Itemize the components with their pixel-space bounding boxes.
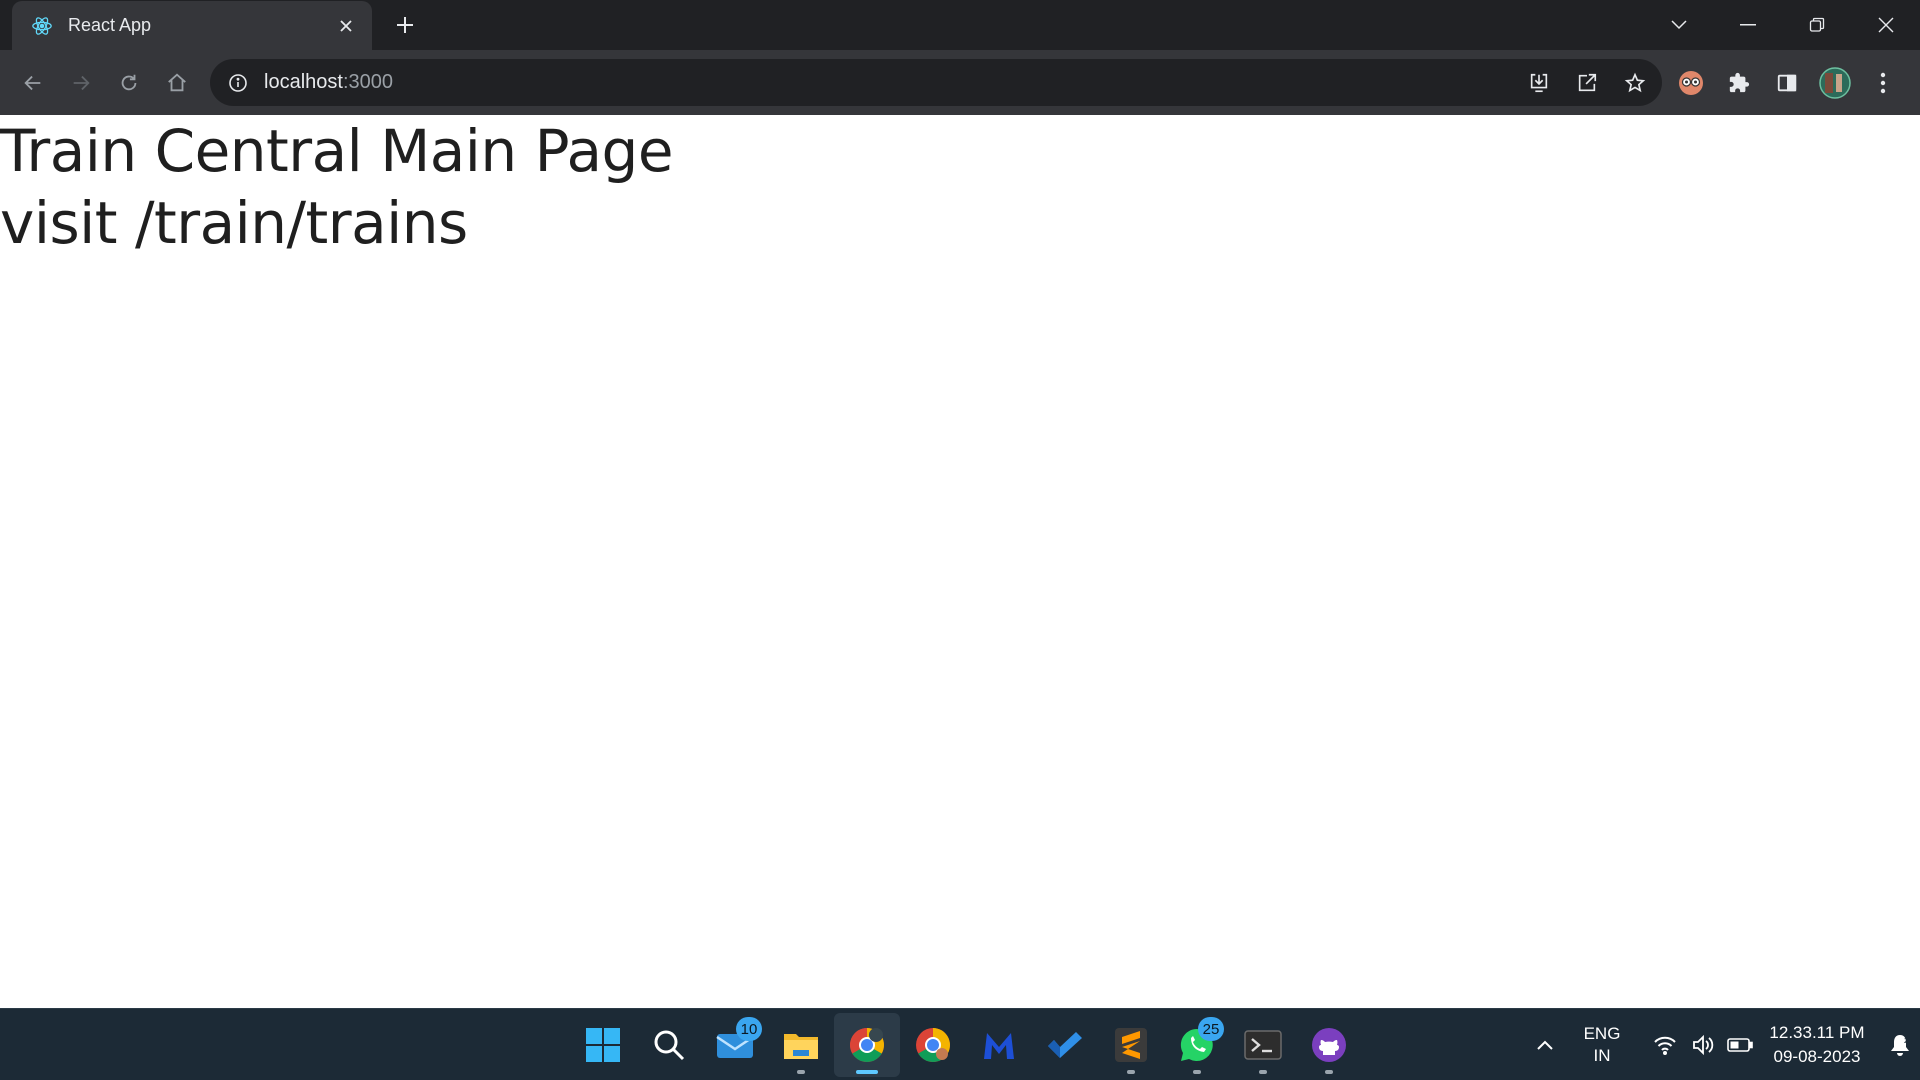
taskbar-malwarebytes-button[interactable] (966, 1013, 1032, 1077)
taskbar-apps: 10 25 (570, 1013, 1362, 1077)
tab-react-app[interactable]: React App (12, 1, 372, 50)
page-content: Train Central Main Page visit /train/tra… (0, 115, 1920, 1008)
volume-control[interactable] (1686, 1009, 1720, 1080)
back-button[interactable] (16, 66, 50, 100)
search-icon (654, 1030, 685, 1061)
install-app-icon[interactable] (1522, 66, 1556, 100)
address-bar[interactable]: localhost:3000 (210, 59, 1662, 106)
system-tray: ENG IN 12.33.11 PM 09-08-2023 z (1520, 1009, 1920, 1080)
taskbar-chrome-button[interactable] (834, 1013, 900, 1077)
taskbar-sublime-button[interactable] (1098, 1013, 1164, 1077)
language-code: ENG (1583, 1024, 1621, 1043)
folder-icon (784, 1034, 818, 1059)
page-instruction: visit /train/trains (0, 189, 468, 257)
extension-avatar-icon[interactable] (1672, 64, 1710, 102)
wifi-icon (1654, 1036, 1676, 1055)
show-hidden-icons-button[interactable] (1520, 1009, 1570, 1080)
active-indicator (856, 1070, 878, 1074)
page-heading: Train Central Main Page (0, 117, 674, 185)
battery-icon (1727, 1038, 1753, 1052)
menu-kebab-icon[interactable] (1864, 64, 1902, 102)
checkmark-icon (1048, 1032, 1082, 1058)
terminal-icon (1244, 1030, 1282, 1060)
url-host: localhost (264, 71, 343, 93)
side-panel-icon[interactable] (1768, 64, 1806, 102)
new-tab-button[interactable] (390, 10, 420, 40)
taskbar-mail-button[interactable]: 10 (702, 1013, 768, 1077)
taskbar-todo-button[interactable] (1032, 1013, 1098, 1077)
reload-button[interactable] (112, 66, 146, 100)
forward-button[interactable] (64, 66, 98, 100)
site-info-icon[interactable] (226, 71, 250, 95)
extensions-puzzle-icon[interactable] (1720, 64, 1758, 102)
home-button[interactable] (160, 66, 194, 100)
url-port: :3000 (342, 71, 393, 93)
sublime-icon (1115, 1028, 1147, 1062)
taskbar-chrome-profile-button[interactable] (900, 1013, 966, 1077)
malwarebytes-icon (984, 1033, 1014, 1059)
speaker-icon (1693, 1034, 1714, 1056)
taskbar-file-explorer-button[interactable] (768, 1013, 834, 1077)
window-controls (1644, 0, 1920, 50)
mail-badge: 10 (736, 1017, 762, 1041)
svg-text:z: z (1904, 1036, 1908, 1045)
windows-icon (586, 1028, 620, 1062)
minimize-button[interactable] (1713, 0, 1782, 50)
clock-time: 12.33.11 PM (1769, 1023, 1865, 1042)
notifications-button[interactable]: z (1880, 1009, 1920, 1080)
notification-bell-icon: z (1891, 1035, 1909, 1056)
running-indicator (797, 1070, 805, 1074)
url-text: localhost:3000 (264, 71, 393, 94)
network-status[interactable] (1644, 1009, 1686, 1080)
running-indicator (1127, 1070, 1135, 1074)
close-tab-icon[interactable] (332, 12, 360, 40)
taskbar-search-button[interactable] (636, 1013, 702, 1077)
chrome-icon (850, 1028, 884, 1062)
clock[interactable]: 12.33.11 PM 09-08-2023 (1760, 1009, 1880, 1080)
language-indicator[interactable]: ENG IN (1570, 1009, 1634, 1080)
language-region: IN (1593, 1046, 1611, 1065)
start-button[interactable] (570, 1013, 636, 1077)
running-indicator (1259, 1070, 1267, 1074)
bookmark-star-icon[interactable] (1618, 66, 1652, 100)
share-icon[interactable] (1570, 66, 1604, 100)
battery-status[interactable] (1720, 1009, 1760, 1080)
github-icon (1312, 1028, 1346, 1062)
react-icon (30, 14, 54, 38)
taskbar-github-button[interactable] (1296, 1013, 1362, 1077)
taskbar-whatsapp-button[interactable]: 25 (1164, 1013, 1230, 1077)
tab-title: React App (68, 15, 152, 35)
chrome-icon (916, 1028, 950, 1062)
chevron-up-icon (1537, 1040, 1553, 1050)
running-indicator (1193, 1070, 1201, 1074)
browser-toolbar: localhost:3000 (0, 50, 1920, 115)
clock-date: 09-08-2023 (1773, 1047, 1861, 1066)
profile-avatar[interactable] (1816, 64, 1854, 102)
taskbar-terminal-button[interactable] (1230, 1013, 1296, 1077)
whatsapp-badge: 25 (1198, 1017, 1224, 1041)
tab-search-button[interactable] (1644, 0, 1713, 50)
tab-strip: React App (0, 0, 1920, 50)
restore-button[interactable] (1782, 0, 1851, 50)
close-window-button[interactable] (1851, 0, 1920, 50)
windows-taskbar: 10 25 ENG IN 12.33.11 PM 09-08-2023 z (0, 1008, 1920, 1080)
running-indicator (1325, 1070, 1333, 1074)
